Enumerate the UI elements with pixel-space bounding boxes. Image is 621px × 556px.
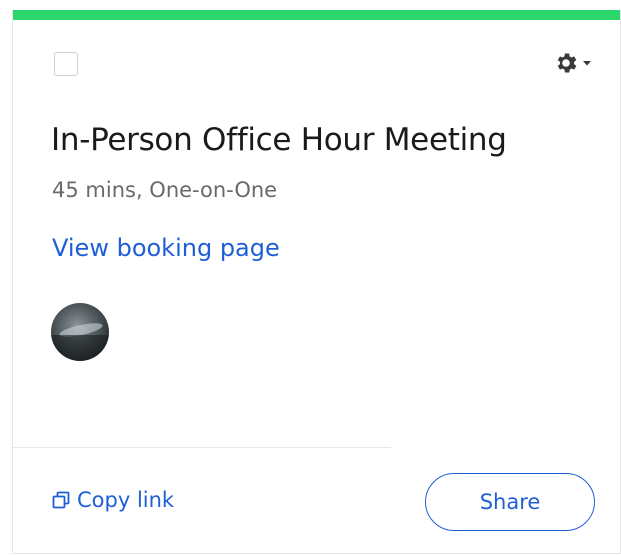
avatar-shade (51, 335, 109, 361)
copy-link-button[interactable]: Copy link (51, 488, 174, 512)
card-accent-bar (13, 10, 620, 20)
event-type-card: In-Person Office Hour Meeting 45 mins, O… (12, 10, 621, 554)
page: In-Person Office Hour Meeting 45 mins, O… (0, 0, 621, 556)
copy-link-label: Copy link (77, 488, 175, 512)
event-duration-type: 45 mins, One-on-One (52, 178, 278, 202)
avatar (51, 303, 109, 361)
card-divider (13, 447, 391, 448)
select-checkbox[interactable] (54, 52, 78, 76)
event-title: In-Person Office Hour Meeting (51, 122, 507, 158)
share-button[interactable]: Share (425, 473, 595, 531)
chevron-down-icon (582, 59, 592, 67)
gear-icon (553, 50, 579, 76)
settings-menu-button[interactable] (553, 50, 592, 76)
view-booking-page-link[interactable]: View booking page (52, 234, 280, 262)
copy-icon (51, 490, 71, 510)
